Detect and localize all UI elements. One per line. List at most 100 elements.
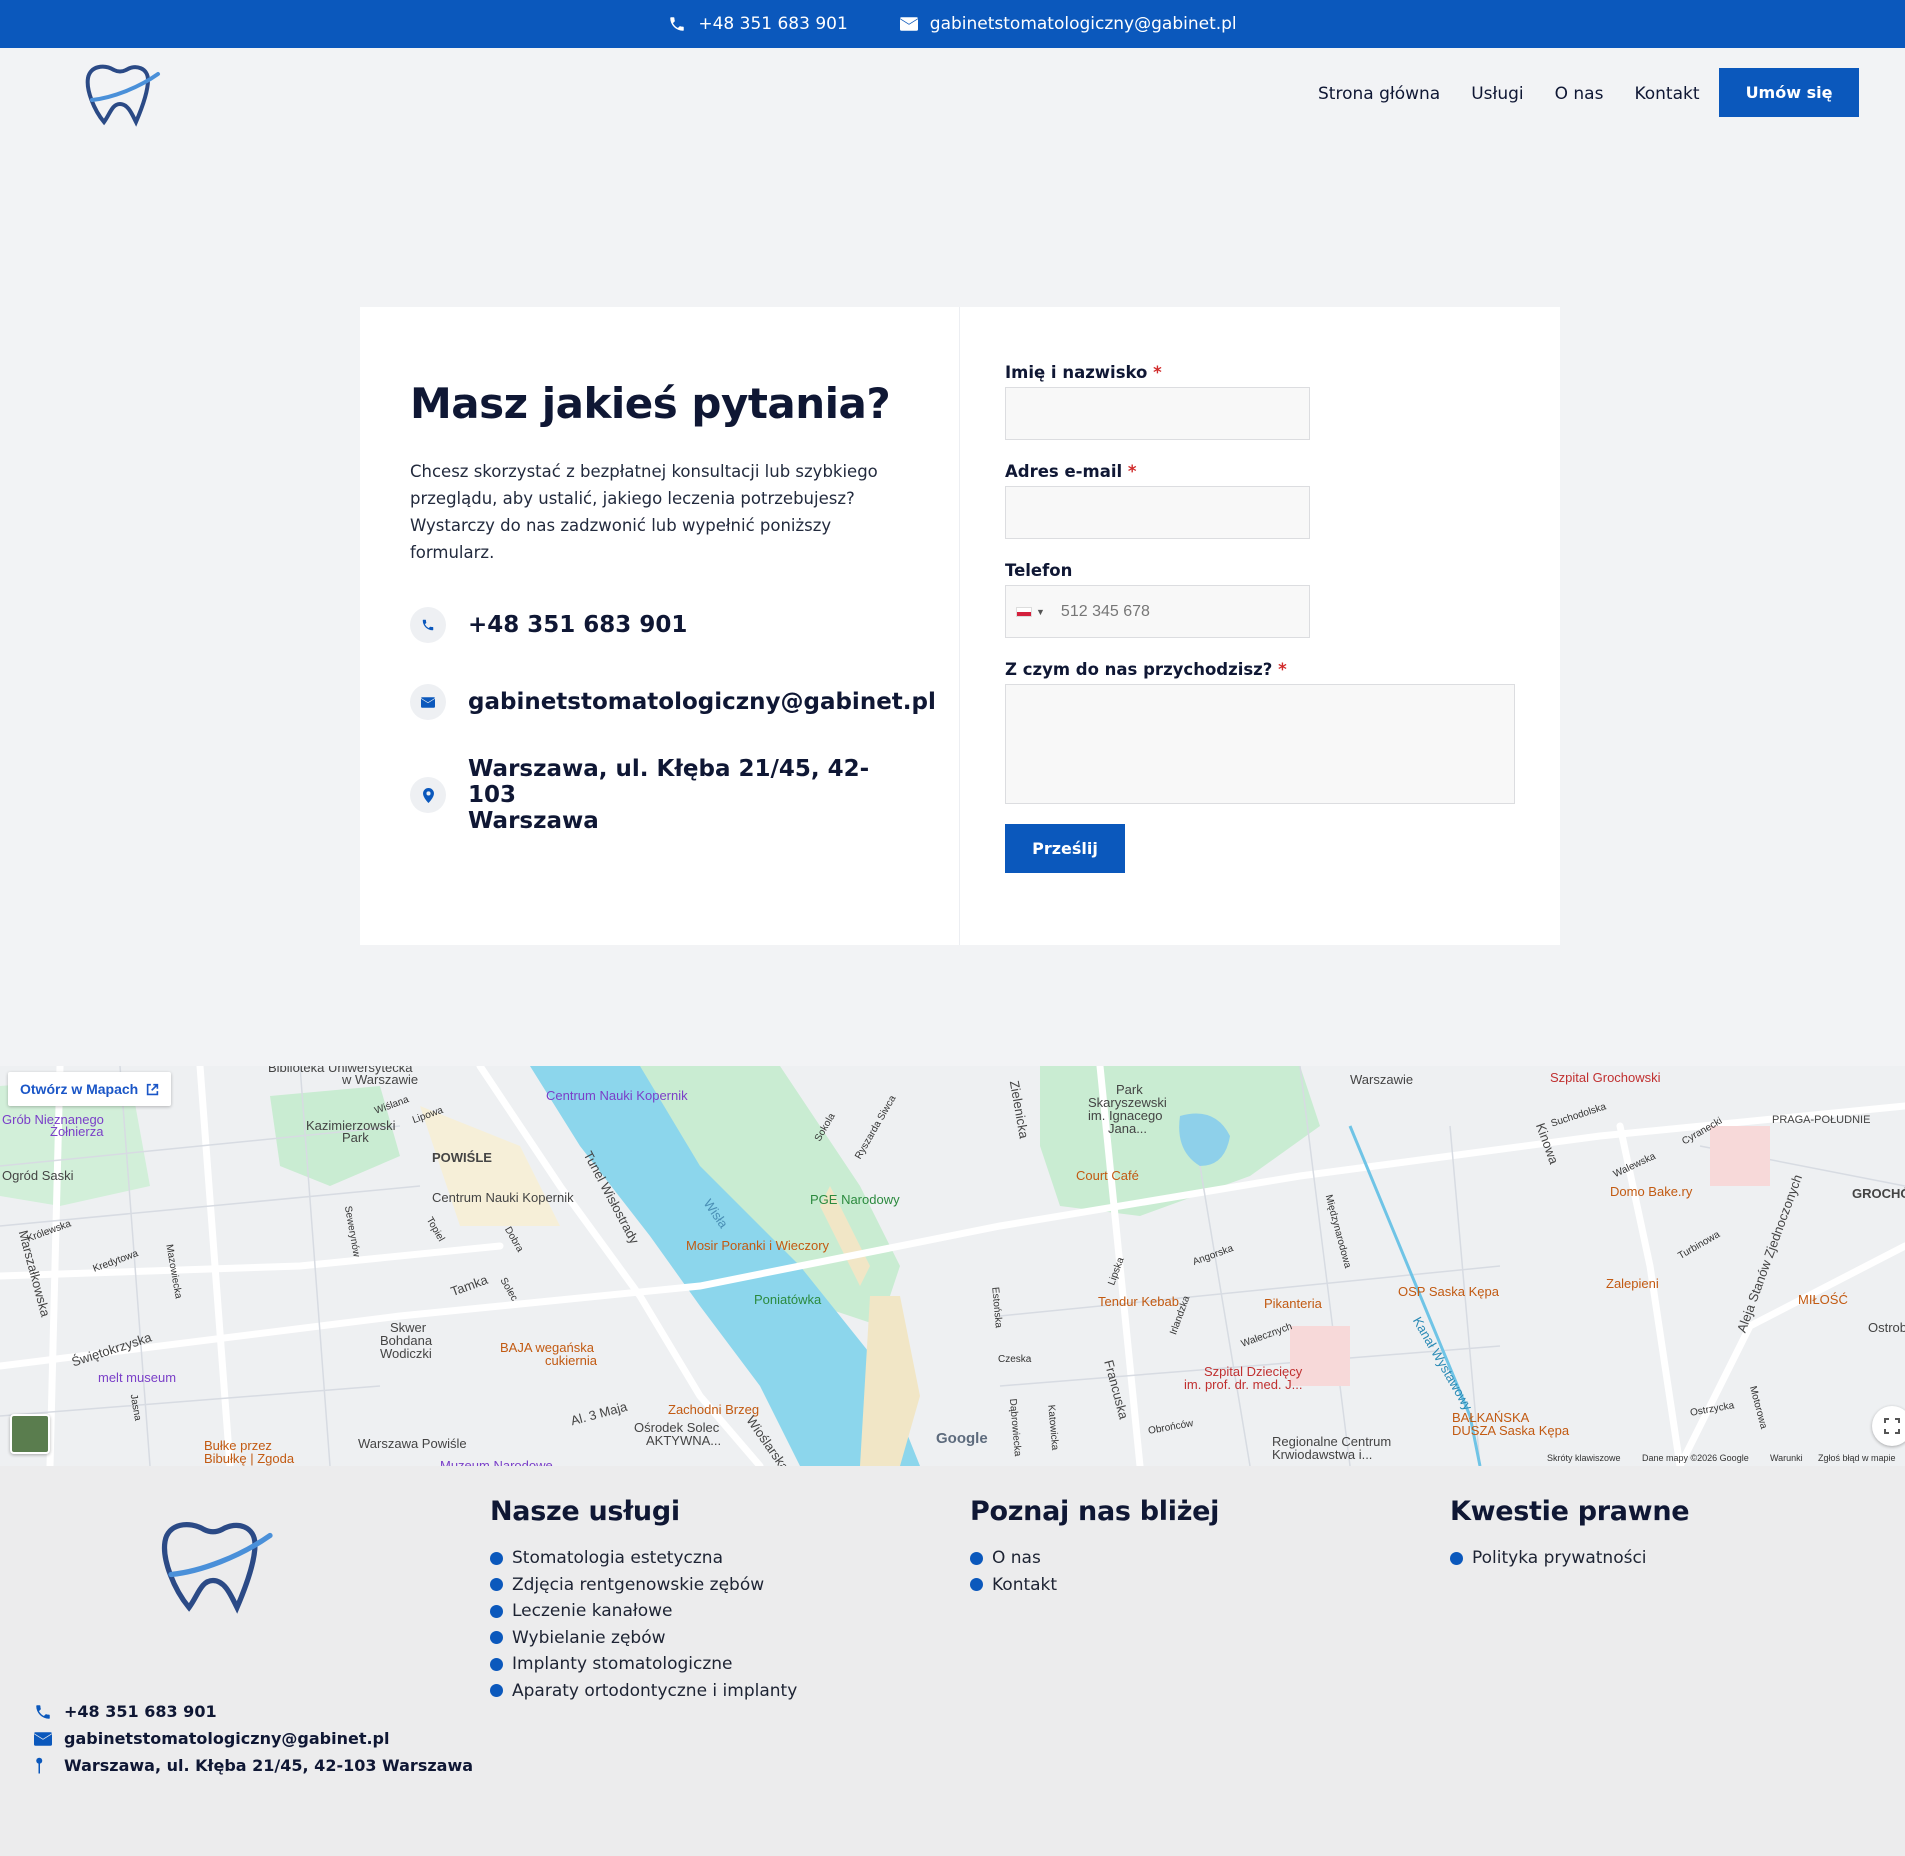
map-label: Mosir Poranki i Wieczory: [686, 1238, 830, 1253]
phone-placeholder: 512 345 678: [1060, 602, 1150, 620]
required-mark: *: [1278, 660, 1287, 679]
map-terms[interactable]: Warunki: [1770, 1453, 1803, 1463]
phone-icon: [36, 1704, 50, 1719]
footer-about: Poznaj nas bliżej O nas Kontakt: [970, 1496, 1219, 1598]
satellite-toggle[interactable]: [10, 1414, 50, 1454]
footer-phone-row[interactable]: +48 351 683 901: [34, 1698, 473, 1725]
topbar-phone[interactable]: +48 351 683 901: [668, 14, 848, 34]
map-label: Pikanteria: [1264, 1296, 1322, 1311]
bullet-icon: [970, 1578, 983, 1592]
contact-email-icon-wrap: [410, 684, 446, 720]
map-label: Bibułkę | Zgoda: [204, 1451, 295, 1466]
nav-home[interactable]: Strona główna: [1318, 84, 1440, 104]
open-in-maps-button[interactable]: Otwórz w Mapach: [8, 1072, 172, 1106]
map-label: im. prof. dr. med. J...: [1184, 1377, 1303, 1392]
map-keyboard-shortcuts[interactable]: Skróty klawiszowe: [1547, 1453, 1621, 1463]
country-dropdown-caret-icon[interactable]: ▼: [1036, 607, 1045, 617]
phone-input[interactable]: ▼ 512 345 678: [1005, 585, 1310, 638]
contact-email: gabinetstomatologiczny@gabinet.pl: [468, 689, 936, 715]
message-label-text: Z czym do nas przychodzisz?: [1005, 660, 1273, 679]
site-logo[interactable]: [82, 60, 162, 130]
bullet-icon: [970, 1551, 983, 1565]
map-pin-icon: [422, 787, 434, 803]
footer-service-link[interactable]: Zdjęcia rentgenowskie zębów: [490, 1572, 797, 1599]
map-label: Park: [342, 1130, 369, 1145]
map-label: Wodiczki: [380, 1346, 432, 1361]
contact-phone-row[interactable]: +48 351 683 901: [410, 607, 909, 643]
message-textarea[interactable]: [1005, 684, 1515, 804]
footer-logo[interactable]: [156, 1514, 276, 1620]
google-map[interactable]: Otwórz w Mapach Biblioteka Uniwersytecka…: [0, 1066, 1905, 1466]
phone-label: Telefon: [1005, 561, 1073, 580]
topbar-email[interactable]: gabinetstomatologiczny@gabinet.pl: [899, 14, 1237, 34]
footer-about-label: Kontakt: [992, 1574, 1058, 1595]
footer-email: gabinetstomatologiczny@gabinet.pl: [64, 1729, 390, 1748]
contact-address-row: Warszawa, ul. Kłęba 21/45, 42-103 Warsza…: [410, 756, 909, 834]
nav-services[interactable]: Usługi: [1471, 84, 1523, 104]
contact-form: Imię i nazwisko * Adres e-mail * Telefon…: [960, 307, 1560, 945]
contact-phone-icon-wrap: [410, 607, 446, 643]
footer-service-link[interactable]: Aparaty ortodontyczne i implanty: [490, 1678, 797, 1705]
contact-lead: Chcesz skorzystać z bezpłatnej konsultac…: [410, 462, 878, 562]
required-mark: *: [1153, 363, 1162, 382]
map-label: melt museum: [98, 1370, 177, 1385]
submit-button[interactable]: Prześlij: [1005, 824, 1125, 873]
footer-service-label: Zdjęcia rentgenowskie zębów: [512, 1574, 765, 1595]
map-label: Warszawie: [1350, 1072, 1414, 1087]
envelope-icon: [34, 1731, 52, 1746]
map-label: DUSZA Saska Kępa: [1452, 1423, 1570, 1438]
footer-service-link[interactable]: Leczenie kanałowe: [490, 1598, 797, 1625]
footer-privacy-link[interactable]: Polityka prywatności: [1450, 1545, 1689, 1572]
email-label-text: Adres e-mail: [1005, 462, 1123, 481]
tooth-logo-icon: [161, 1521, 273, 1614]
nav-about[interactable]: O nas: [1555, 84, 1604, 104]
bullet-icon: [490, 1578, 503, 1592]
footer-services: Nasze usługi Stomatologia estetyczna Zdj…: [490, 1496, 797, 1704]
envelope-icon: [899, 17, 918, 31]
footer-service-label: Implanty stomatologiczne: [512, 1654, 733, 1675]
map-label: Zachodni Brzeg: [668, 1402, 760, 1417]
footer-service-label: Aparaty ortodontyczne i implanty: [512, 1680, 798, 1701]
map-label: Centrum Nauki Kopernik: [432, 1190, 574, 1205]
bullet-icon: [490, 1551, 503, 1565]
poland-flag-icon[interactable]: [1016, 606, 1032, 617]
footer-service-link[interactable]: Implanty stomatologiczne: [490, 1651, 797, 1678]
contact-email-row[interactable]: gabinetstomatologiczny@gabinet.pl: [410, 684, 936, 720]
footer-about-link[interactable]: O nas: [970, 1545, 1219, 1572]
map-label: Warszawa Powiśle: [358, 1436, 467, 1451]
name-input[interactable]: [1005, 387, 1310, 440]
tooth-logo-icon: [85, 64, 160, 127]
map-report-error[interactable]: Zgłoś błąd w mapie: [1818, 1453, 1896, 1463]
site-footer: +48 351 683 901 gabinetstomatologiczny@g…: [0, 1466, 1905, 1856]
map-data-attribution: Dane mapy ©2026 Google: [1642, 1453, 1749, 1463]
map-label: Ostrob: [1868, 1320, 1905, 1335]
map-canvas[interactable]: [0, 1066, 1905, 1466]
map-label: PGE Narodowy: [810, 1192, 900, 1207]
footer-legal-label: Polityka prywatności: [1472, 1548, 1647, 1569]
footer-service-link[interactable]: Wybielanie zębów: [490, 1625, 797, 1652]
fullscreen-button[interactable]: [1872, 1406, 1905, 1446]
map-label: Domo Bake.ry: [1610, 1184, 1693, 1199]
footer-service-link[interactable]: Stomatologia estetyczna: [490, 1545, 797, 1572]
map-label: cukiernia: [545, 1353, 598, 1368]
footer-contact-link[interactable]: Kontakt: [970, 1572, 1219, 1599]
map-label: AKTYWNA...: [646, 1433, 722, 1448]
footer-email-row[interactable]: gabinetstomatologiczny@gabinet.pl: [34, 1725, 473, 1752]
map-label: Szpital Grochowski: [1550, 1070, 1661, 1085]
required-mark: *: [1127, 462, 1137, 481]
map-label: w Warszawie: [342, 1072, 419, 1087]
main-nav: Strona główna Usługi O nas Kontakt: [1318, 84, 1700, 104]
email-label: Adres e-mail *: [1005, 462, 1515, 481]
email-input[interactable]: [1005, 486, 1310, 539]
topbar-email-text: gabinetstomatologiczny@gabinet.pl: [929, 14, 1237, 34]
external-link-icon: [147, 1083, 159, 1095]
map-label: PRAGA-POŁUDNIE: [1772, 1114, 1871, 1126]
bullet-icon: [490, 1657, 503, 1671]
map-pin-icon: [36, 1757, 43, 1773]
envelope-icon: [421, 696, 435, 708]
footer-service-label: Leczenie kanałowe: [512, 1601, 673, 1622]
map-label: Tendur Kebab: [1098, 1294, 1179, 1309]
nav-contact[interactable]: Kontakt: [1634, 84, 1699, 104]
footer-about-title: Poznaj nas bliżej: [970, 1496, 1220, 1527]
book-appointment-button[interactable]: Umów się: [1719, 68, 1859, 117]
